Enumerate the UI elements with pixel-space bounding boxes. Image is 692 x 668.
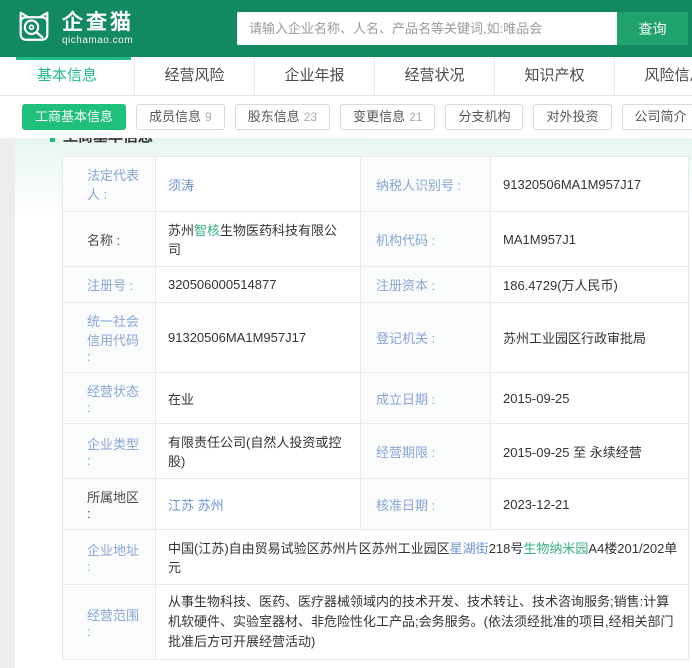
registration-authority-label: 登记机关 : [361, 303, 491, 373]
company-type-value: 有限责任公司(自然人投资或控股) [156, 424, 361, 479]
row-company-type: 企业类型 : 有限责任公司(自然人投资或控股) 经营期限 : 2015-09-2… [63, 424, 689, 479]
establish-date-label: 成立日期 : [361, 373, 491, 424]
taxpayer-id-label: 纳税人识别号 : [361, 157, 491, 212]
subnav-shareholders-label: 股东信息 [248, 109, 300, 124]
search-button[interactable]: 查询 [617, 12, 688, 45]
legal-representative-link[interactable]: 须涛 [168, 178, 194, 193]
row-legal-representative: 法定代表人 : 须涛 纳税人识别号 : 91320506MA1M957J17 [63, 157, 689, 212]
subnav-branches[interactable]: 分支机构 [445, 104, 523, 130]
subnav-registration-basic-info[interactable]: 工商基本信息 [22, 104, 126, 130]
row-company-name: 名称 : 苏州智核生物医药科技有限公司 机构代码 : MA1M957J1 [63, 212, 689, 267]
business-scope-label: 经营范围 : [63, 585, 156, 660]
address-seg-3: 218号 [489, 541, 524, 556]
approval-date-label: 核准日期 : [361, 479, 491, 530]
subnav-members-label: 成员信息 [149, 109, 201, 124]
registration-info-card: 工商基本信息 法定代表人 : 须涛 纳税人识别号 : 91320506MA1M9… [15, 138, 692, 668]
company-name-label: 名称 : [63, 212, 156, 267]
operating-period-value: 2015-09-25 至 永续经营 [491, 424, 689, 479]
taxpayer-id-value: 91320506MA1M957J17 [491, 157, 689, 212]
company-info-table: 法定代表人 : 须涛 纳税人识别号 : 91320506MA1M957J17 名… [62, 156, 689, 660]
registration-authority-value: 苏州工业园区行政审批局 [491, 303, 689, 373]
establish-date-value: 2015-09-25 [491, 373, 689, 424]
row-business-scope: 经营范围 : 从事生物科技、医药、医疗器械领域内的技术开发、技术转让、技术咨询服… [63, 585, 689, 660]
main-nav-tabs: 基本信息 经营风险 企业年报 经营状况 知识产权 风险信息 [0, 57, 692, 96]
tab-basic-info[interactable]: 基本信息 [0, 57, 135, 95]
company-name-highlight: 智核 [194, 223, 220, 238]
search-bar: 查询 [237, 12, 688, 45]
tab-intellectual-property[interactable]: 知识产权 [495, 57, 615, 95]
page: 企查猫 qichamao.com 查询 基本信息 经营风险 企业年报 经营状况 … [0, 0, 692, 668]
subnav-changes-label: 变更信息 [353, 109, 405, 124]
address-street-link[interactable]: 星湖街 [450, 541, 489, 556]
operating-status-label: 经营状态 : [63, 373, 156, 424]
region-label: 所属地区 : [63, 479, 156, 530]
org-code-value: MA1M957J1 [491, 212, 689, 267]
content-area: 工商基本信息 法定代表人 : 须涛 纳税人识别号 : 91320506MA1M9… [0, 138, 692, 668]
business-scope-value: 从事生物科技、医药、医疗器械领域内的技术开发、技术转让、技术咨询服务;销售:计算… [156, 585, 689, 660]
row-address: 企业地址 : 中国(江苏)自由贸易试验区苏州片区苏州工业园区星湖街218号生物纳… [63, 530, 689, 585]
registered-capital-label: 注册资本 : [361, 267, 491, 303]
tab-risk-info[interactable]: 风险信息 [615, 57, 692, 95]
tab-operating-status[interactable]: 经营状况 [375, 57, 495, 95]
company-type-label: 企业类型 : [63, 424, 156, 479]
tab-operating-risk[interactable]: 经营风险 [135, 57, 255, 95]
subnav: 工商基本信息 成员信息 9 股东信息 23 变更信息 21 分支机构 对外投资 公司简… [0, 96, 692, 138]
cat-magnifier-logo-icon [14, 6, 54, 51]
subnav-shareholders-count: 23 [304, 110, 317, 124]
address-value: 中国(江苏)自由贸易试验区苏州片区苏州工业园区星湖街218号生物纳米园A4楼20… [156, 530, 689, 585]
subnav-outbound-investment[interactable]: 对外投资 [533, 104, 611, 130]
operating-status-value: 在业 [156, 373, 361, 424]
search-input[interactable] [237, 12, 617, 45]
registration-number-value: 320506000514877 [156, 267, 361, 303]
section-title: 工商基本信息 [50, 138, 692, 144]
subnav-shareholders[interactable]: 股东信息 23 [235, 104, 330, 130]
company-name-pre: 苏州 [168, 223, 194, 238]
registration-number-label: 注册号 : [63, 267, 156, 303]
tab-annual-report[interactable]: 企业年报 [255, 57, 375, 95]
approval-date-value: 2023-12-21 [491, 479, 689, 530]
address-biobay-link[interactable]: 生物纳米园 [523, 541, 588, 556]
legal-representative-label: 法定代表人 : [63, 157, 156, 212]
row-operating-status: 经营状态 : 在业 成立日期 : 2015-09-25 [63, 373, 689, 424]
section-title-text: 工商基本信息 [63, 138, 153, 146]
brand-text: 企查猫 qichamao.com [62, 12, 134, 46]
subnav-company-profile[interactable]: 公司简介 [622, 104, 692, 130]
registered-capital-value: 186.4729(万人民币) [491, 267, 689, 303]
subnav-members[interactable]: 成员信息 9 [136, 104, 225, 130]
section-bullet-icon [50, 138, 55, 142]
company-name-value: 苏州智核生物医药科技有限公司 [156, 212, 361, 267]
region-link[interactable]: 江苏 苏州 [168, 498, 224, 513]
credit-code-label: 统一社会信用代码 : [63, 303, 156, 373]
org-code-label: 机构代码 : [361, 212, 491, 267]
address-label: 企业地址 : [63, 530, 156, 585]
row-region: 所属地区 : 江苏 苏州 核准日期 : 2023-12-21 [63, 479, 689, 530]
subnav-changes[interactable]: 变更信息 21 [340, 104, 435, 130]
subnav-members-count: 9 [205, 110, 212, 124]
credit-code-value: 91320506MA1M957J17 [156, 303, 361, 373]
subnav-changes-count: 21 [409, 110, 422, 124]
brand-domain: qichamao.com [62, 36, 134, 46]
row-credit-code: 统一社会信用代码 : 91320506MA1M957J17 登记机关 : 苏州工… [63, 303, 689, 373]
row-registration-number: 注册号 : 320506000514877 注册资本 : 186.4729(万人… [63, 267, 689, 303]
app-header: 企查猫 qichamao.com 查询 [0, 0, 692, 57]
operating-period-label: 经营期限 : [361, 424, 491, 479]
address-seg-1: 中国(江苏)自由贸易试验区苏州片区苏州工业园区 [168, 541, 450, 556]
brand-title: 企查猫 [62, 12, 134, 33]
brand-logo[interactable]: 企查猫 qichamao.com [14, 6, 134, 51]
